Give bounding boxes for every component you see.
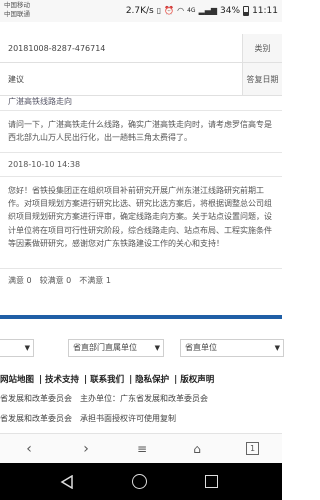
record-type-row: 建议 答复日期 bbox=[0, 63, 282, 96]
signal-icon: ▂▄▆ bbox=[198, 6, 218, 15]
forward-icon[interactable]: › bbox=[77, 440, 95, 458]
status-bar: 中国移动 中国联通 2.7K/s ▯ ⏰ ◠ 4G ▂▄▆ 34% 11:11 bbox=[0, 0, 282, 22]
network-speed: 2.7K/s bbox=[125, 5, 154, 16]
record-subject: 广湛高铁线路走向 bbox=[8, 97, 72, 106]
unit-select[interactable]: 省直单位 ▼ bbox=[180, 339, 284, 357]
divider bbox=[0, 110, 282, 111]
alarm-icon: ⏰ bbox=[164, 6, 175, 15]
footer-selects: ▼ 省直部门直属单位 ▼ 省直单位 ▼ bbox=[0, 339, 284, 357]
clock: 11:11 bbox=[252, 5, 278, 16]
org-line-2: 省发展和改革委员会 承担书面授权许可使用复制 bbox=[0, 414, 176, 423]
footer-link-sitemap[interactable]: 网站地图 bbox=[0, 375, 34, 385]
record-type: 建议 bbox=[8, 75, 24, 84]
footer-link-privacy[interactable]: 隐私保护 bbox=[135, 375, 169, 385]
system-nav-bar bbox=[0, 463, 282, 500]
footer-link-copyright[interactable]: 版权声明 bbox=[180, 375, 214, 385]
org-line-1: 省发展和改革委员会 主办单位：广东省发展和改革委员会 bbox=[0, 394, 208, 403]
divider bbox=[0, 176, 282, 177]
battery-icon bbox=[243, 5, 250, 16]
menu-icon[interactable]: ≡ bbox=[133, 440, 151, 458]
rating-satisfied[interactable]: 满意 0 bbox=[8, 275, 32, 286]
status-icons: 2.7K/s ▯ ⏰ ◠ 4G ▂▄▆ 34% 11:11 bbox=[126, 4, 278, 17]
record-info-table: 20181008-8287-476714 类别 建议 答复日期 bbox=[0, 34, 282, 96]
region-select[interactable]: ▼ bbox=[0, 339, 34, 357]
reply-date: 2018-10-10 14:38 bbox=[8, 160, 81, 169]
tab-count-button[interactable]: 1 bbox=[246, 442, 259, 455]
reply-date-label: 答复日期 bbox=[242, 63, 282, 95]
footer-links: 网站地图 | 技术支持 | 联系我们 | 隐私保护 | 版权声明 bbox=[0, 375, 215, 385]
divider bbox=[0, 152, 282, 153]
footer-link-support[interactable]: 技术支持 bbox=[45, 375, 79, 385]
record-id: 20181008-8287-476714 bbox=[8, 44, 106, 53]
chevron-down-icon: ▼ bbox=[274, 344, 280, 352]
network-type: 4G bbox=[187, 7, 196, 14]
nav-home-icon[interactable] bbox=[132, 474, 147, 489]
chevron-down-icon: ▼ bbox=[154, 344, 160, 352]
wifi-icon: ◠ bbox=[177, 6, 185, 15]
department-select[interactable]: 省直部门直属单位 ▼ bbox=[68, 339, 164, 357]
footer-link-contact[interactable]: 联系我们 bbox=[90, 375, 124, 385]
answer-text: 您好！省铁投集团正在组织项目补前研究开展广州东湛江线路研究前期工作。对项目规划方… bbox=[8, 186, 272, 248]
rating-basic[interactable]: 较满意 0 bbox=[40, 275, 72, 286]
back-icon[interactable]: ‹ bbox=[20, 440, 38, 458]
footer-accent-bar bbox=[0, 315, 282, 319]
divider bbox=[0, 268, 282, 269]
carrier-name: 中国移动 中国联通 bbox=[4, 1, 30, 18]
rating-unsatisfied[interactable]: 不满意 1 bbox=[79, 275, 111, 286]
nav-recents-icon[interactable] bbox=[205, 475, 218, 488]
record-id-row: 20181008-8287-476714 类别 bbox=[0, 34, 282, 63]
category-label: 类别 bbox=[242, 34, 282, 62]
nav-back-icon[interactable] bbox=[60, 475, 74, 489]
battery-level: 34% bbox=[220, 5, 241, 16]
chevron-down-icon: ▼ bbox=[24, 344, 30, 352]
question-text: 请问一下，广湛高铁走什么线路，确实广湛高铁走向时，请考虑罗信高专是西北部九山万人… bbox=[8, 120, 272, 142]
home-icon[interactable]: ⌂ bbox=[188, 440, 206, 458]
vibrate-icon: ▯ bbox=[156, 6, 162, 15]
rating-summary: 满意 0 较满意 0 不满意 1 bbox=[8, 275, 111, 286]
browser-toolbar: ‹ › ≡ ⌂ 1 bbox=[0, 433, 282, 463]
